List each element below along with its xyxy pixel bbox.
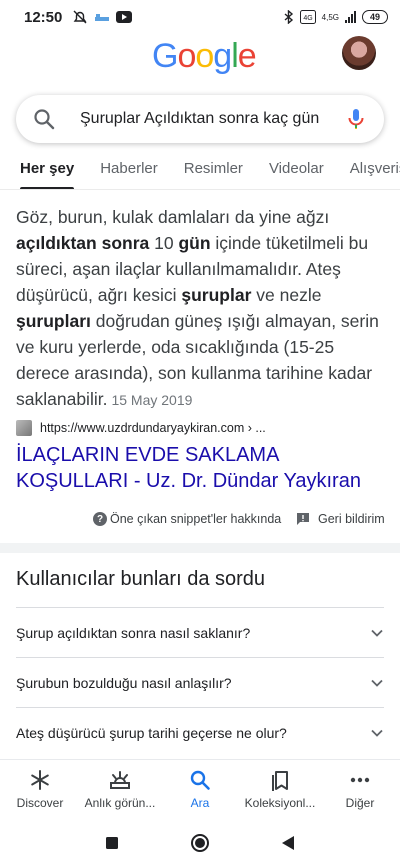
- paa-question[interactable]: Şurubun bozulduğu nasıl anlaşılır?: [16, 657, 384, 707]
- featured-snippet: Göz, burun, kulak damlaları da yine ağzı…: [16, 207, 379, 409]
- collections-icon: [272, 771, 288, 791]
- notification-icons: [72, 10, 133, 24]
- snapshot-icon: [110, 771, 130, 789]
- youtube-icon: [116, 11, 133, 23]
- bottom-navigation: Discover Anlık görün... Ara Koleksiyonl.…: [0, 759, 400, 819]
- home-icon[interactable]: [190, 833, 210, 853]
- bluetooth-icon: [284, 10, 293, 24]
- battery-level: 49: [369, 12, 380, 22]
- network-type: 4,5G: [321, 12, 339, 22]
- bed-icon: [95, 14, 110, 21]
- search-icon[interactable]: [32, 107, 56, 131]
- tab-all[interactable]: Her şey: [20, 148, 75, 189]
- status-bar: 12:50 4G 4,5G 49: [0, 0, 400, 34]
- recent-apps-icon[interactable]: [105, 836, 119, 850]
- nav-snapshot[interactable]: Anlık görün...: [80, 760, 160, 819]
- about-snippets-link[interactable]: ? Öne çıkan snippet'ler hakkında: [93, 512, 281, 526]
- feedback-icon: [297, 513, 309, 525]
- battery-icon: 49: [362, 10, 388, 24]
- paa-question[interactable]: Ateş düşürücü şurup tarihi geçerse ne ol…: [16, 707, 384, 757]
- asterisk-icon: [31, 770, 49, 790]
- site-favicon-icon: [16, 420, 32, 436]
- result-title-link[interactable]: İLAÇLARIN EVDE SAKLAMA KOŞULLARI - Uz. D…: [16, 442, 386, 494]
- result-source[interactable]: https://www.uzdrdundaryaykiran.com › ...: [16, 420, 384, 436]
- search-icon: [190, 770, 210, 790]
- nav-more[interactable]: Diğer: [320, 760, 400, 819]
- volte-icon: 4G: [299, 10, 316, 24]
- paa-question[interactable]: Şurup açıldıktan sonra nasıl saklanır?: [16, 607, 384, 657]
- search-box[interactable]: Şuruplar Açıldıktan sonra kaç gün: [16, 95, 384, 143]
- result-url[interactable]: https://www.uzdrdundaryaykiran.com › ...: [40, 421, 266, 435]
- tab-news[interactable]: Haberler: [100, 148, 158, 189]
- tab-shopping[interactable]: Alışveriş: [350, 148, 400, 189]
- system-navigation-bar: [0, 819, 400, 866]
- status-time: 12:50: [24, 8, 63, 26]
- google-logo[interactable]: Google: [152, 37, 257, 76]
- back-icon[interactable]: [281, 835, 295, 851]
- nav-discover[interactable]: Discover: [0, 760, 80, 819]
- signal-icon: [345, 11, 356, 23]
- search-tabs: Her şey Haberler Resimler Videolar Alışv…: [0, 148, 400, 190]
- svg-text:4G: 4G: [303, 15, 312, 22]
- more-icon: [350, 777, 370, 783]
- nav-collections[interactable]: Koleksiyonl...: [240, 760, 320, 819]
- microphone-icon[interactable]: [344, 107, 368, 131]
- section-divider: [0, 543, 400, 553]
- people-also-ask-list: Şurup açıldıktan sonra nasıl saklanır? Ş…: [16, 607, 384, 757]
- feedback-button[interactable]: Geri bildirim: [296, 512, 385, 526]
- tab-videos[interactable]: Videolar: [269, 148, 324, 189]
- account-avatar[interactable]: [342, 36, 376, 70]
- help-icon: ?: [93, 512, 107, 526]
- mute-icon: [73, 10, 87, 24]
- tab-images[interactable]: Resimler: [184, 148, 243, 189]
- chevron-down-icon[interactable]: [370, 726, 384, 740]
- nav-search[interactable]: Ara: [160, 760, 240, 819]
- chevron-down-icon[interactable]: [370, 626, 384, 640]
- header: Google: [0, 34, 400, 84]
- search-input[interactable]: Şuruplar Açıldıktan sonra kaç gün: [80, 110, 334, 128]
- chevron-down-icon[interactable]: [370, 676, 384, 690]
- snippet-date: 15 May 2019: [111, 392, 193, 408]
- snippet-feedback-row: ? Öne çıkan snippet'ler hakkında Geri bi…: [0, 509, 400, 531]
- people-also-ask-title: Kullanıcılar bunları da sordu: [16, 568, 266, 590]
